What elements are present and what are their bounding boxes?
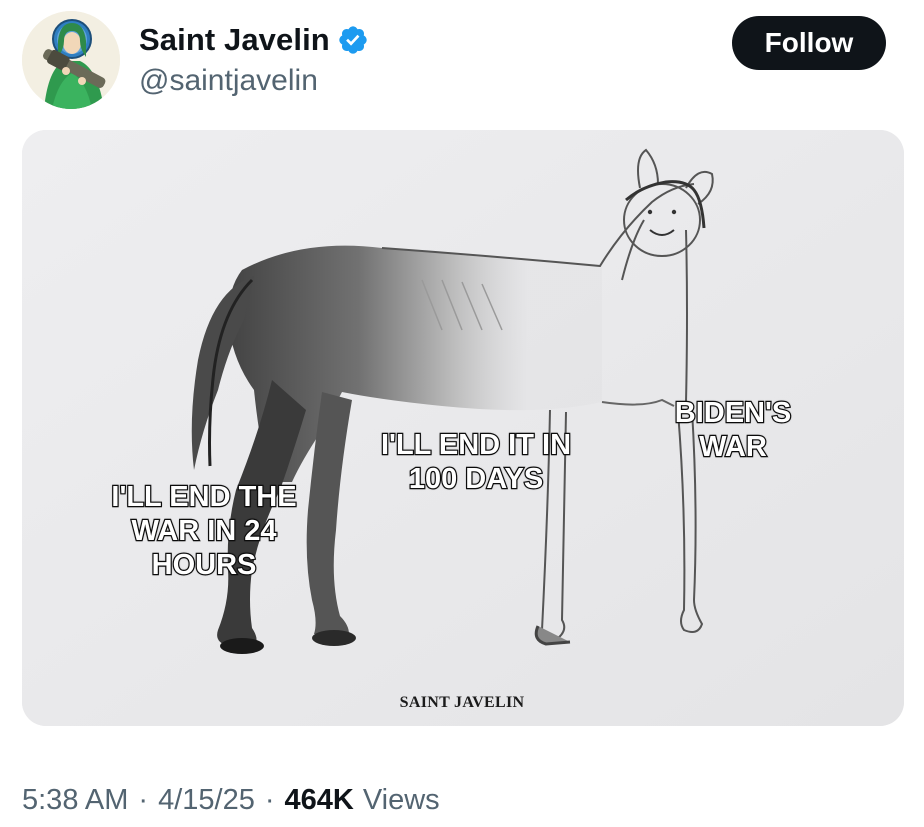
tweet: Saint Javelin @saintjavelin Follow I'LL … <box>0 0 924 827</box>
follow-button[interactable]: Follow <box>732 16 886 70</box>
views-count[interactable]: 464K <box>285 780 354 820</box>
author-name-row: Saint Javelin <box>139 20 369 60</box>
meta-separator: · <box>138 784 149 816</box>
meme-caption-right: BIDEN'S WAR <box>674 396 793 464</box>
verified-badge-icon <box>337 24 369 56</box>
views-label[interactable]: Views <box>363 780 440 820</box>
saint-avatar-icon <box>22 11 120 109</box>
tweet-meta: 5:38 AM · 4/15/25 · 464K Views <box>22 780 440 820</box>
avatar[interactable] <box>22 11 120 109</box>
tweet-date[interactable]: 4/15/25 <box>158 780 255 820</box>
author-handle[interactable]: @saintjavelin <box>139 62 318 100</box>
tweet-media-image[interactable]: I'LL END THE WAR IN 24 HOURS I'LL END IT… <box>22 130 904 726</box>
meme-caption-middle: I'LL END IT IN 100 DAYS <box>380 428 572 496</box>
media-watermark: SAINT JAVELIN <box>399 694 525 711</box>
meta-separator: · <box>264 784 275 816</box>
meme-caption-left: I'LL END THE WAR IN 24 HOURS <box>110 480 298 582</box>
tweet-time[interactable]: 5:38 AM <box>22 780 128 820</box>
author-display-name[interactable]: Saint Javelin <box>139 22 330 58</box>
